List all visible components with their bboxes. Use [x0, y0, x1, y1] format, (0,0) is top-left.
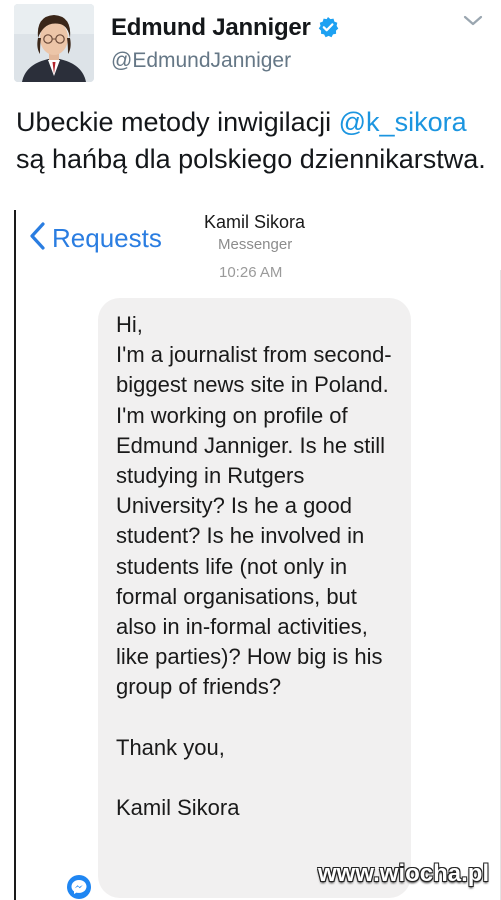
author-name[interactable]: Edmund Janniger: [111, 14, 339, 45]
embedded-screenshot[interactable]: Requests Kamil Sikora Messenger 10:26 AM…: [14, 210, 501, 900]
chevron-left-icon: [28, 221, 46, 256]
author-handle[interactable]: @EdmundJanniger: [111, 49, 291, 73]
tweet-text: Ubeckie metody inwigilacji @k_sikora są …: [16, 104, 496, 178]
message-bubble[interactable]: Hi, I'm a journalist from second-biggest…: [98, 298, 411, 898]
back-button[interactable]: Requests: [28, 218, 162, 258]
verified-badge-icon: [317, 16, 339, 45]
screenshot-edge: [14, 210, 16, 900]
tweet-text-part: Ubeckie metody inwigilacji: [16, 107, 339, 137]
back-label: Requests: [52, 222, 162, 253]
contact-name: Kamil Sikora: [204, 212, 306, 232]
messenger-icon: [66, 874, 92, 900]
author-name-text[interactable]: Edmund Janniger: [111, 14, 311, 41]
watermark: www.wiocha.pl: [318, 860, 490, 887]
chevron-down-icon[interactable]: [462, 14, 484, 28]
message-timestamp: 10:26 AM: [219, 264, 283, 281]
contact-subtitle: Messenger: [218, 236, 293, 253]
author-avatar[interactable]: [14, 4, 94, 82]
message-text: Hi, I'm a journalist from second-biggest…: [116, 312, 392, 821]
mention-link[interactable]: @k_sikora: [339, 107, 467, 137]
tweet-text-part: są hańbą dla polskiego dziennikarstwa.: [16, 144, 486, 174]
